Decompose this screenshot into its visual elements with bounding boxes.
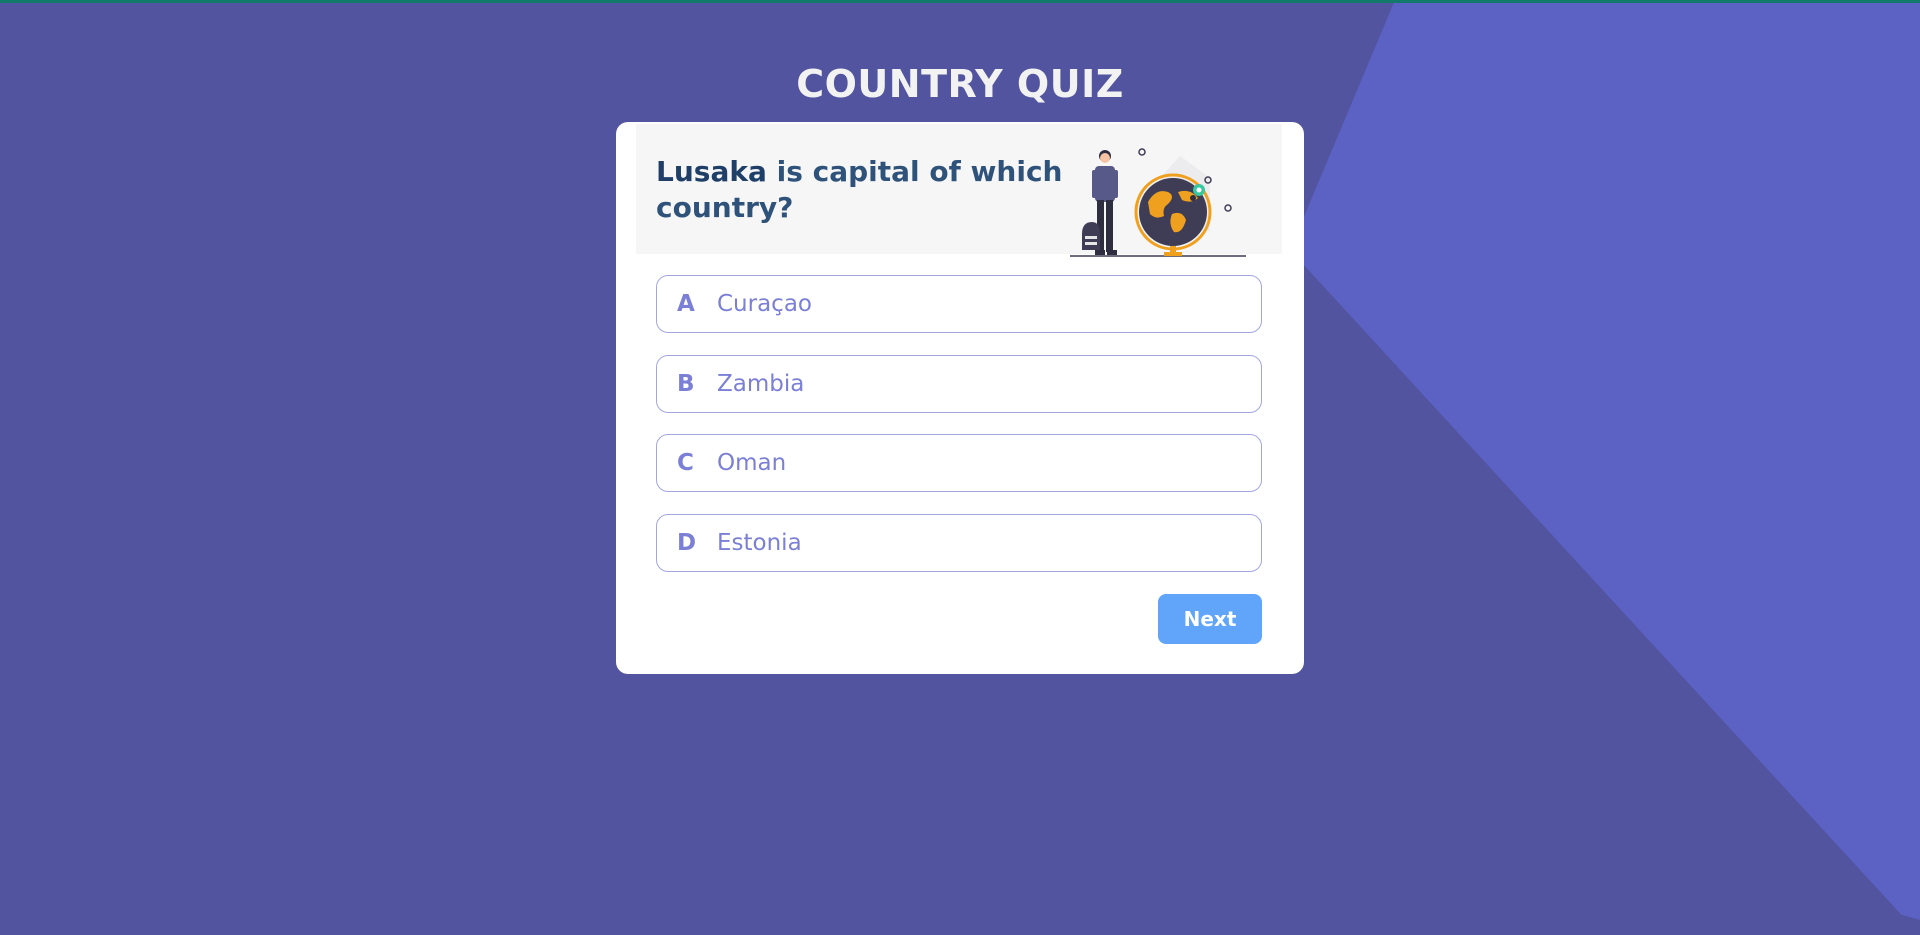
option-d[interactable]: D Estonia (656, 514, 1262, 572)
option-a[interactable]: A Curaçao (656, 275, 1262, 333)
option-text: Estonia (717, 530, 802, 556)
next-button[interactable]: Next (1158, 594, 1262, 644)
option-text: Curaçao (717, 291, 812, 317)
option-letter: D (677, 530, 697, 556)
option-letter: B (677, 371, 695, 397)
option-text: Oman (717, 450, 787, 476)
option-b[interactable]: B Zambia (656, 355, 1262, 413)
person-with-globe-illustration (1070, 148, 1246, 257)
page-title: COUNTRY QUIZ (796, 62, 1124, 106)
option-c[interactable]: C Oman (656, 434, 1262, 492)
option-text: Zambia (717, 371, 805, 397)
quiz-card: Lusaka is capital of which country? A Cu… (616, 122, 1304, 674)
question-text: Lusaka is capital of which country? (656, 154, 1076, 226)
background-shape-bottom (0, 450, 50, 545)
top-accent-line (0, 0, 1920, 3)
question-city: Lusaka (656, 155, 767, 188)
option-letter: C (677, 450, 694, 476)
option-letter: A (677, 291, 695, 317)
question-panel: Lusaka is capital of which country? (636, 124, 1282, 257)
